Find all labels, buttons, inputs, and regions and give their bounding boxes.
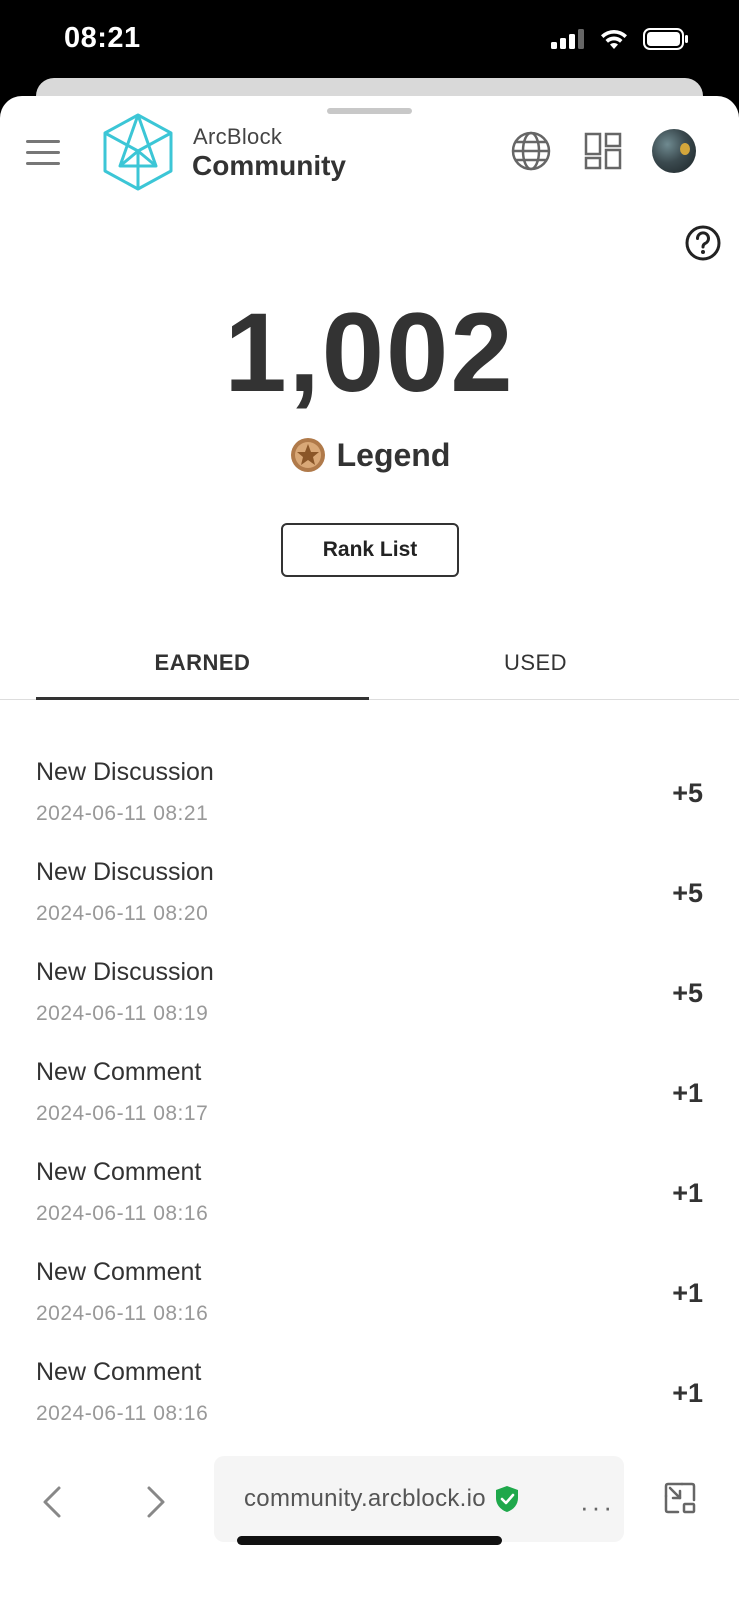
item-points: +1 [672,1278,703,1308]
item-points: +1 [672,1078,703,1108]
more-options-icon[interactable]: ··· [580,1492,615,1523]
list-item: New Discussion 2024-06-11 08:19 +5 [0,952,739,1052]
points-history-list: New Discussion 2024-06-11 08:21 +5 New D… [0,752,739,1452]
list-item: New Discussion 2024-06-11 08:20 +5 [0,852,739,952]
list-item: New Discussion 2024-06-11 08:21 +5 [0,752,739,852]
points-total: 1,002 [224,290,515,415]
item-title: New Comment [36,1058,202,1086]
tab-bar: EARNED USED [0,626,739,700]
back-arrow-icon[interactable] [40,1484,64,1520]
item-points: +5 [672,878,703,908]
help-icon[interactable] [684,224,722,262]
item-date: 2024-06-11 08:20 [36,902,209,925]
app-sheet: ArcBlock Community 1,002 Legend Rank Lis… [0,96,739,1600]
list-item: New Comment 2024-06-11 08:16 +1 [0,1252,739,1352]
arcblock-logo-icon[interactable] [102,112,174,192]
item-date: 2024-06-11 08:21 [36,802,209,825]
globe-icon[interactable] [510,130,552,172]
browser-toolbar: community.arcblock.io ··· [0,1456,739,1600]
item-title: New Comment [36,1258,202,1286]
address-bar[interactable]: community.arcblock.io [214,1456,624,1542]
apps-grid-icon[interactable] [584,132,622,170]
secure-shield-icon [495,1486,518,1512]
url-text: community.arcblock.io [244,1485,486,1512]
item-title: New Comment [36,1158,202,1186]
list-item: New Comment 2024-06-11 08:16 +1 [0,1352,739,1452]
cellular-signal-icon [551,29,584,49]
minimize-window-icon[interactable] [662,1480,698,1516]
tab-used[interactable]: USED [369,626,702,700]
item-date: 2024-06-11 08:19 [36,1002,209,1025]
item-title: New Comment [36,1358,202,1386]
battery-icon [643,28,688,50]
logo-text-community: Community [192,150,346,181]
header: ArcBlock Community [0,96,739,216]
forward-arrow-icon[interactable] [144,1484,168,1520]
item-points: +1 [672,1378,703,1408]
legend-badge-icon [290,438,325,472]
item-title: New Discussion [36,958,214,986]
tab-earned[interactable]: EARNED [36,626,369,700]
status-bar: 08:21 [0,0,739,80]
logo-text-arcblock: ArcBlock [193,124,283,149]
item-title: New Discussion [36,758,214,786]
level-name: Legend [336,436,451,473]
level-row: Legend [0,436,739,474]
item-points: +1 [672,1178,703,1208]
rank-list-button[interactable]: Rank List [281,523,459,577]
status-time: 08:21 [64,22,141,54]
list-item: New Comment 2024-06-11 08:17 +1 [0,1052,739,1152]
active-tab-indicator [36,697,369,700]
item-date: 2024-06-11 08:16 [36,1202,209,1225]
wifi-icon [601,29,627,49]
user-avatar[interactable] [652,129,696,173]
item-points: +5 [672,978,703,1008]
list-item: New Comment 2024-06-11 08:16 +1 [0,1152,739,1252]
item-date: 2024-06-11 08:16 [36,1402,209,1425]
item-date: 2024-06-11 08:16 [36,1302,209,1325]
hamburger-menu-icon[interactable] [26,140,60,166]
item-date: 2024-06-11 08:17 [36,1102,209,1125]
item-title: New Discussion [36,858,214,886]
home-indicator[interactable] [237,1536,502,1545]
status-icons [551,28,689,50]
item-points: +5 [672,778,703,808]
